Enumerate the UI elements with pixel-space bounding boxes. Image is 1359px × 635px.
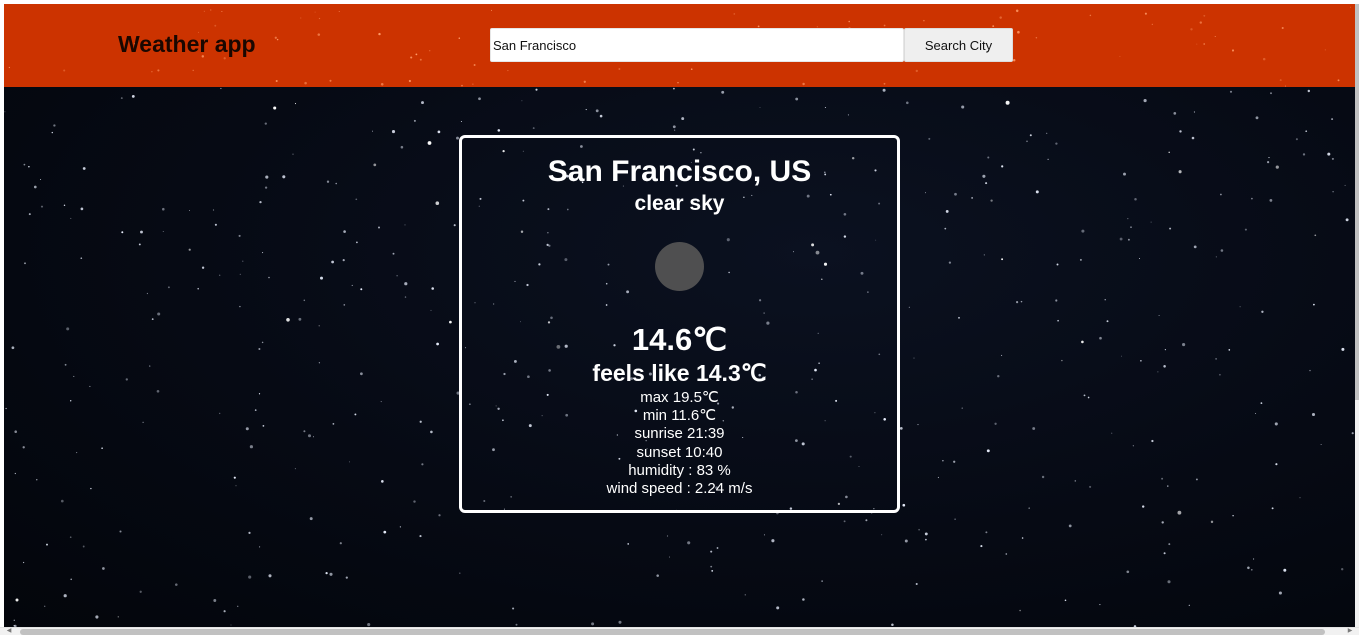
detail-max: max 19.5℃ [640,389,719,406]
city-name: San Francisco, US [547,155,812,188]
moon-icon [655,242,704,291]
search-city-button[interactable]: Search City [904,28,1013,62]
detail-humidity: humidity : 83 % [628,461,731,479]
vertical-scrollbar-thumb[interactable] [1355,4,1359,400]
detail-sunset: sunset 10:40 [636,443,723,461]
weather-description: clear sky [634,192,725,215]
vertical-scrollbar[interactable] [1355,4,1359,627]
scroll-left-arrow-icon[interactable]: ◀ [2,628,16,635]
horizontal-scrollbar-thumb[interactable] [20,629,1325,635]
app-viewport: Weather app Search City San Francisco, U… [4,4,1355,627]
horizontal-scrollbar[interactable]: ◀ ▶ [0,627,1359,635]
weather-card: San Francisco, US clear sky 14.6℃ feels … [459,135,900,513]
detail-sunrise: sunrise 21:39 [634,425,725,443]
city-search-input[interactable] [490,28,904,62]
detail-wind-speed: wind speed : 2.24 m/s [606,480,753,498]
scroll-right-arrow-icon[interactable]: ▶ [1343,628,1357,635]
weather-details: max 19.5℃ min 11.6℃ sunrise 21:39 sunset… [462,389,897,498]
feels-like: feels like 14.3℃ [592,360,767,386]
temperature: 14.6℃ [631,322,728,357]
app-title: Weather app [118,31,256,57]
detail-min: min 11.6℃ [642,407,717,425]
app-header: Weather app Search City [4,4,1355,87]
